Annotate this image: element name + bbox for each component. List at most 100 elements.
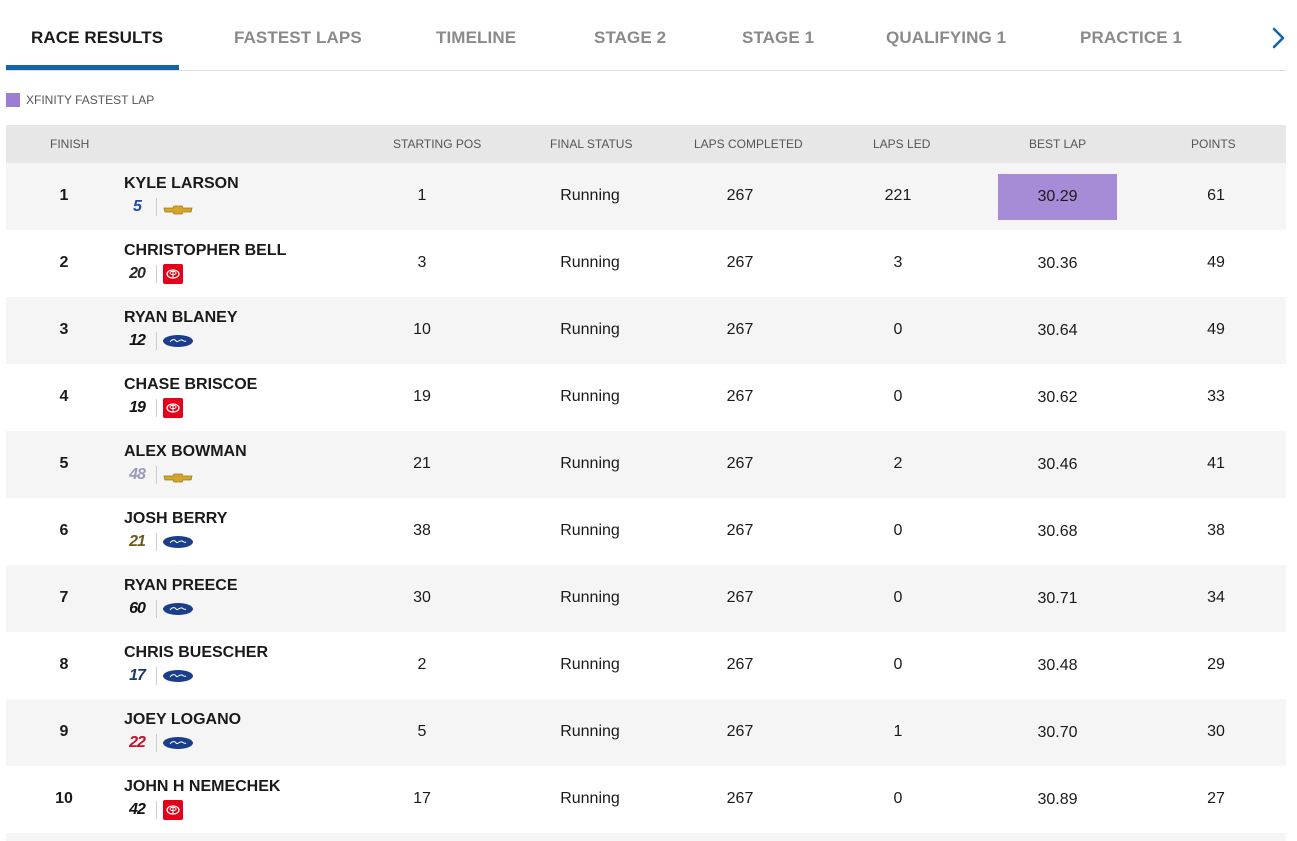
- car-number-icon: 42: [129, 801, 146, 818]
- car-number-icon: 12: [129, 332, 146, 349]
- ford-logo-icon: [163, 603, 193, 615]
- driver-icons: 20: [124, 264, 286, 284]
- driver-icons: 5: [124, 197, 239, 217]
- driver-name[interactable]: CHRISTOPHER BELL: [124, 242, 286, 260]
- results-tabs: RACE RESULTS FASTEST LAPS TIMELINE STAGE…: [0, 0, 1297, 71]
- driver-name[interactable]: CHRIS BUESCHER: [124, 644, 268, 662]
- laps-led: 0: [893, 388, 903, 405]
- final-status: Running: [560, 321, 620, 338]
- final-status: Running: [560, 455, 620, 472]
- starting-pos: 38: [413, 522, 431, 539]
- finish-position: 10: [55, 790, 73, 807]
- best-lap: 30.89: [1037, 791, 1078, 808]
- starting-pos: 10: [413, 321, 431, 338]
- tab-qualifying-1[interactable]: QUALIFYING 1: [886, 28, 1006, 48]
- driver-name[interactable]: JOEY LOGANO: [124, 711, 241, 729]
- tab-practice-1[interactable]: PRACTICE 1: [1080, 28, 1182, 48]
- driver-name[interactable]: JOSH BERRY: [124, 510, 227, 528]
- table-row[interactable]: 6 JOSH BERRY 21 38 Running 267 0 30.68 38: [6, 498, 1286, 565]
- table-row[interactable]: 3 RYAN BLANEY 12 10 Running 267 0 30.64 49: [6, 297, 1286, 364]
- driver-name[interactable]: KYLE LARSON: [124, 175, 239, 193]
- laps-led: 0: [893, 790, 903, 807]
- driver-cell: RYAN BLANEY 12: [124, 309, 238, 351]
- driver-cell: CHASE BRISCOE 19: [124, 376, 257, 418]
- final-status: Running: [560, 187, 620, 204]
- icon-divider: [156, 198, 157, 216]
- points: 49: [1207, 321, 1225, 338]
- tab-fastest-laps[interactable]: FASTEST LAPS: [234, 28, 362, 48]
- driver-name[interactable]: ALEX BOWMAN: [124, 443, 247, 461]
- points: 41: [1207, 455, 1225, 472]
- driver-name[interactable]: RYAN BLANEY: [124, 309, 238, 327]
- laps-completed: 267: [726, 589, 754, 606]
- laps-completed: 267: [726, 388, 754, 405]
- table-row[interactable]: 8 CHRIS BUESCHER 17 2 Running 267 0 30.48 29: [6, 632, 1286, 699]
- points: 27: [1207, 790, 1225, 807]
- car-number-icon: 5: [133, 198, 142, 215]
- ford-logo-icon: [163, 335, 193, 347]
- best-lap: 30.36: [1037, 255, 1078, 272]
- table-row[interactable]: 1 KYLE LARSON 5 1 Running 267 221 30.29 61: [6, 163, 1286, 230]
- starting-pos: 5: [417, 723, 427, 740]
- starting-pos: 2: [417, 656, 427, 673]
- points: 61: [1207, 187, 1225, 204]
- laps-led: 1: [893, 723, 903, 740]
- final-status: Running: [560, 522, 620, 539]
- table-row[interactable]: 10 JOHN H NEMECHEK 42 17 Running 267 0 30.89 27: [6, 766, 1286, 833]
- car-number-icon: 21: [129, 533, 146, 550]
- laps-completed: 267: [726, 522, 754, 539]
- final-status: Running: [560, 254, 620, 271]
- driver-cell: ALEX BOWMAN 48: [124, 443, 247, 485]
- best-lap: 30.48: [1037, 657, 1078, 674]
- icon-divider: [156, 734, 157, 752]
- driver-icons: 60: [124, 599, 238, 619]
- table-row[interactable]: 2 CHRISTOPHER BELL 20 3 Running 267 3 30.36 49: [6, 230, 1286, 297]
- table-row[interactable]: 9 JOEY LOGANO 22 5 Running 267 1 30.70 30: [6, 699, 1286, 766]
- final-status: Running: [560, 656, 620, 673]
- finish-position: 4: [59, 388, 69, 405]
- laps-completed: 267: [726, 790, 754, 807]
- car-number-icon: 20: [129, 265, 146, 282]
- icon-divider: [156, 533, 157, 551]
- tab-timeline[interactable]: TIMELINE: [436, 28, 516, 48]
- driver-name[interactable]: JOHN H NEMECHEK: [124, 778, 280, 796]
- chevron-right-icon[interactable]: [1268, 26, 1288, 50]
- chevrolet-logo-icon: [163, 202, 193, 215]
- driver-name[interactable]: CHASE BRISCOE: [124, 376, 257, 394]
- driver-icons: 21: [124, 532, 227, 552]
- tab-stage-2[interactable]: STAGE 2: [594, 28, 666, 48]
- finish-position: 8: [59, 656, 69, 673]
- driver-name[interactable]: RYAN PREECE: [124, 577, 238, 595]
- laps-completed: 267: [726, 187, 754, 204]
- starting-pos: 19: [413, 388, 431, 405]
- tab-race-results[interactable]: RACE RESULTS: [31, 28, 163, 48]
- icon-divider: [156, 466, 157, 484]
- driver-icons: 19: [124, 398, 257, 418]
- header-points: POINTS: [1191, 137, 1236, 151]
- finish-position: 7: [59, 589, 69, 606]
- best-lap: 30.64: [1037, 322, 1078, 339]
- table-row[interactable]: 5 ALEX BOWMAN 48 21 Running 267 2 30.46 41: [6, 431, 1286, 498]
- icon-divider: [156, 265, 157, 283]
- driver-icons: 42: [124, 800, 280, 820]
- table-row[interactable]: 4 CHASE BRISCOE 19 19 Running 267 0 30.62 33: [6, 364, 1286, 431]
- finish-position: 1: [59, 187, 69, 204]
- best-lap: 30.46: [1037, 456, 1078, 473]
- laps-led: 0: [893, 656, 903, 673]
- final-status: Running: [560, 790, 620, 807]
- chevrolet-logo-icon: [163, 470, 193, 483]
- points: 30: [1207, 723, 1225, 740]
- driver-icons: 48: [124, 465, 247, 485]
- final-status: Running: [560, 589, 620, 606]
- icon-divider: [156, 600, 157, 618]
- header-laps-completed: LAPS COMPLETED: [694, 137, 803, 151]
- tab-stage-1[interactable]: STAGE 1: [742, 28, 814, 48]
- table-row[interactable]: 7 RYAN PREECE 60 30 Running 267 0 30.71 34: [6, 565, 1286, 632]
- ford-logo-icon: [163, 737, 193, 749]
- driver-cell: JOEY LOGANO 22: [124, 711, 241, 753]
- driver-cell: RYAN PREECE 60: [124, 577, 238, 619]
- starting-pos: 3: [417, 254, 427, 271]
- driver-cell: JOHN H NEMECHEK 42: [124, 778, 280, 820]
- laps-completed: 267: [726, 254, 754, 271]
- final-status: Running: [560, 388, 620, 405]
